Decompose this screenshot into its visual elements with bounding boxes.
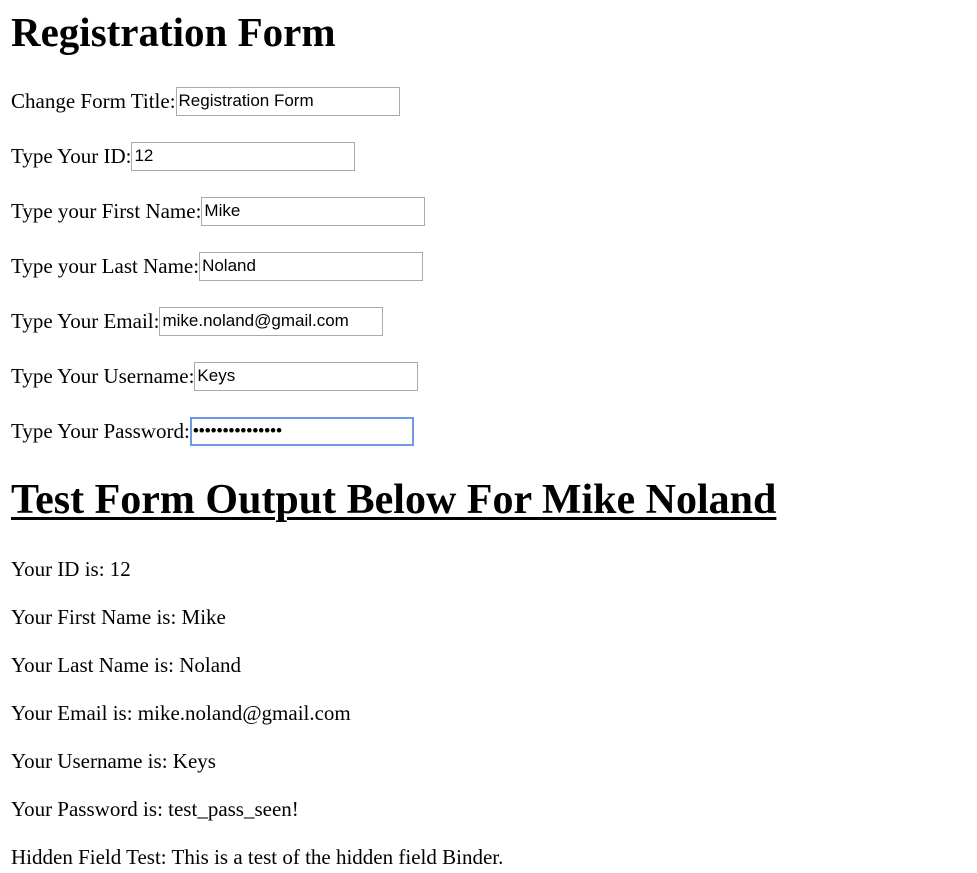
password-label: Type Your Password: [11,419,190,443]
password-input[interactable] [189,416,414,446]
output-first-name: Your First Name is: Mike [11,605,226,629]
id-label: Type Your ID: [11,144,132,168]
id-input[interactable] [131,141,356,171]
output-email: Your Email is: mike.noland@gmail.com [11,701,351,725]
output-username: Your Username is: Keys [11,749,216,773]
email-input[interactable] [159,306,384,336]
username-label: Type Your Username: [11,364,195,388]
last-name-row: Type your Last Name: [11,251,424,281]
output-id: Your ID is: 12 [11,557,131,581]
form-title-row: Change Form Title: [11,86,400,116]
last-name-input[interactable] [199,251,424,281]
form-heading: Registration Form [11,9,336,55]
email-row: Type Your Email: [11,306,384,336]
first-name-label: Type your First Name: [11,199,202,223]
email-label: Type Your Email: [11,309,160,333]
output-heading: Test Form Output Below For Mike Noland [11,477,777,523]
form-title-input[interactable] [175,86,400,116]
last-name-label: Type your Last Name: [11,254,200,278]
password-row: Type Your Password: [11,416,414,446]
output-password: Your Password is: test_pass_seen! [11,797,299,821]
form-title-label: Change Form Title: [11,89,176,113]
first-name-row: Type your First Name: [11,196,426,226]
output-last-name: Your Last Name is: Noland [11,653,242,677]
id-row: Type Your ID: [11,141,356,171]
output-hidden-field: Hidden Field Test: This is a test of the… [11,845,504,869]
first-name-input[interactable] [201,196,426,226]
username-input[interactable] [194,361,419,391]
username-row: Type Your Username: [11,361,419,391]
